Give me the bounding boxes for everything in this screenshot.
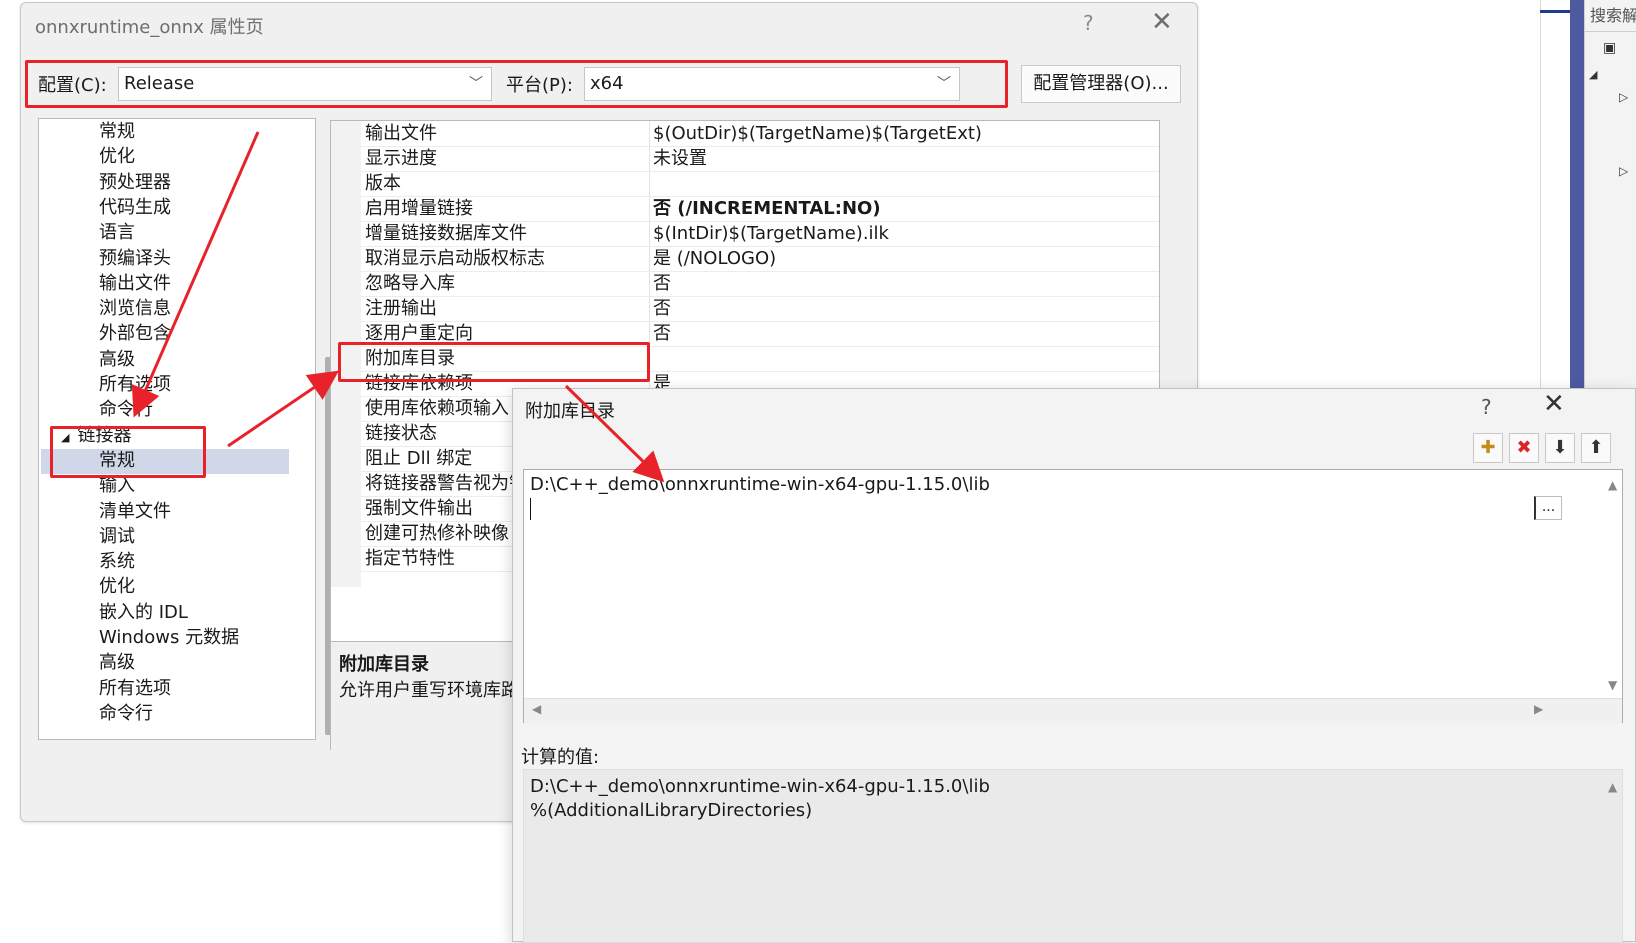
arrow-to-dialog-input [564, 384, 665, 483]
arrow-to-additional-lib [227, 370, 339, 448]
annotation-arrows [131, 131, 665, 483]
arrow-to-linker [131, 131, 260, 418]
